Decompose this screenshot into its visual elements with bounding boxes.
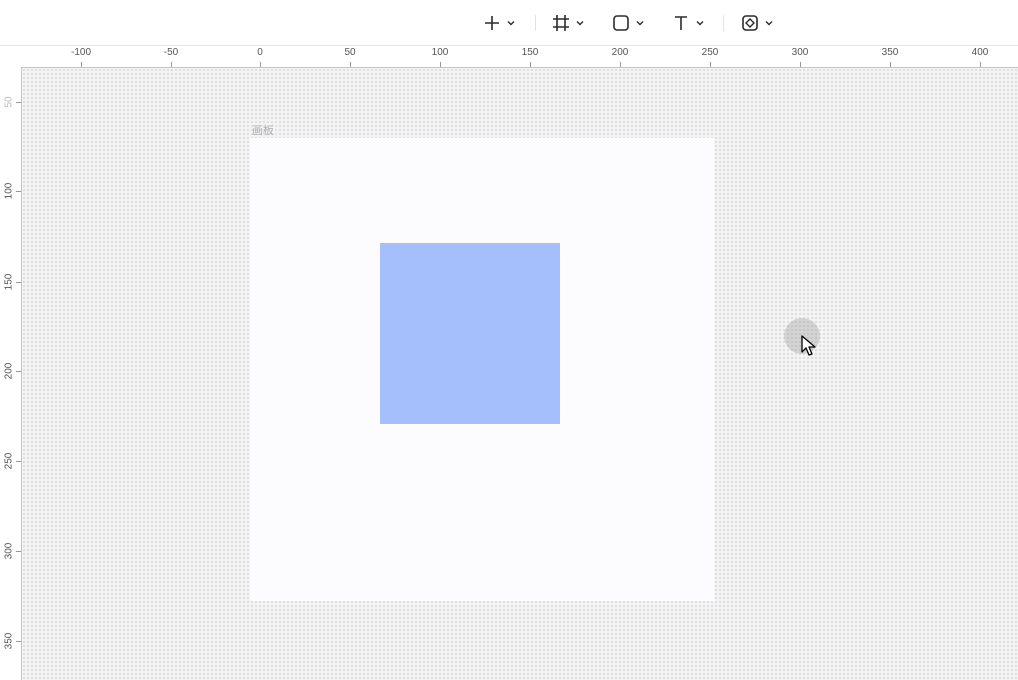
ruler-tick — [980, 62, 981, 67]
chevron-down-icon[interactable] — [764, 18, 774, 28]
ruler-label: 400 — [971, 47, 989, 58]
ruler-label: 200 — [3, 362, 15, 380]
ruler-tick — [350, 62, 351, 67]
ruler-tick — [16, 282, 21, 283]
component-icon — [740, 13, 760, 33]
ruler-label: 150 — [521, 47, 539, 58]
vertical-ruler[interactable]: 50 100 150 200 250 300 350 — [0, 67, 22, 680]
chevron-down-icon[interactable] — [695, 18, 705, 28]
shape-tool-button[interactable] — [611, 10, 645, 36]
rectangle-shape[interactable] — [380, 243, 560, 424]
mouse-pointer-icon — [801, 335, 817, 357]
ruler-tick — [16, 641, 21, 642]
ruler-tick — [890, 62, 891, 67]
ruler-label: 250 — [701, 47, 719, 58]
ruler-tick — [16, 551, 21, 552]
toolbar-divider — [535, 15, 536, 31]
rectangle-icon — [611, 13, 631, 33]
ruler-tick — [260, 62, 261, 67]
ruler-tick — [16, 191, 21, 192]
ruler-label: 100 — [431, 47, 449, 58]
chevron-down-icon[interactable] — [635, 18, 645, 28]
artboard-label[interactable]: 画板 — [252, 122, 274, 138]
ruler-label: -100 — [70, 47, 92, 58]
ruler-tick — [710, 62, 711, 67]
ruler-label: 150 — [3, 273, 15, 291]
horizontal-ruler[interactable]: -100 -50 0 50 100 150 200 250 300 350 40… — [21, 46, 1018, 68]
ruler-tick — [16, 102, 21, 103]
ruler-label: 0 — [257, 47, 263, 58]
ruler-label: 350 — [3, 632, 15, 650]
text-icon — [671, 13, 691, 33]
ruler-tick — [530, 62, 531, 67]
text-tool-button[interactable] — [671, 10, 705, 36]
ruler-tick — [800, 62, 801, 67]
chevron-down-icon[interactable] — [575, 18, 585, 28]
ruler-label: 300 — [791, 47, 809, 58]
ruler-label: 300 — [3, 542, 15, 560]
plus-icon — [482, 13, 502, 33]
ruler-tick — [16, 461, 21, 462]
ruler-tick — [16, 371, 21, 372]
ruler-label: 250 — [3, 452, 15, 470]
ruler-label: -50 — [163, 47, 179, 58]
ruler-label: 100 — [3, 182, 15, 200]
ruler-tick — [81, 62, 82, 67]
ruler-label: 50 — [3, 96, 15, 108]
component-tool-button[interactable] — [740, 10, 774, 36]
ruler-label: 200 — [611, 47, 629, 58]
toolbar — [0, 0, 1018, 46]
ruler-corner — [0, 46, 22, 68]
ruler-tick — [620, 62, 621, 67]
frame-tool-button[interactable] — [551, 10, 585, 36]
ruler-tick — [440, 62, 441, 67]
toolbar-divider — [723, 15, 724, 31]
chevron-down-icon[interactable] — [506, 18, 516, 28]
frame-icon — [551, 13, 571, 33]
add-tool-button[interactable] — [482, 10, 516, 36]
ruler-label: 50 — [344, 47, 356, 58]
ruler-tick — [171, 62, 172, 67]
ruler-label: 350 — [881, 47, 899, 58]
